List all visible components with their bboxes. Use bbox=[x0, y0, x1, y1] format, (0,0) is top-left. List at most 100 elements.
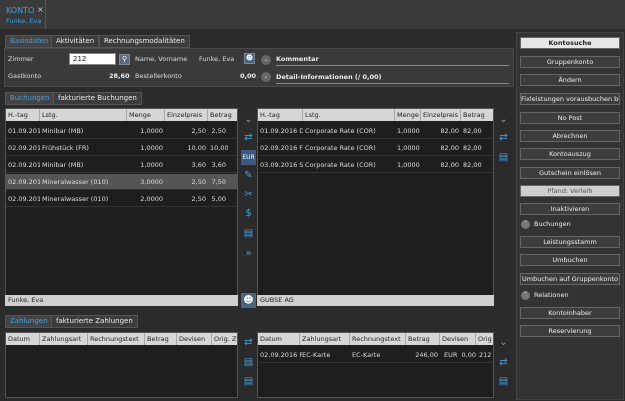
left-grid-footer: Funke, Eva bbox=[5, 295, 238, 306]
cell-amount: 82,00 bbox=[463, 144, 482, 152]
aendern-button[interactable]: Ändern bbox=[520, 74, 620, 86]
search-icon[interactable]: ⚲ bbox=[119, 54, 130, 65]
pfand-verleih-button[interactable]: Pfand: Verleih bbox=[520, 185, 620, 197]
column-header[interactable]: Rechnungstext bbox=[350, 333, 406, 345]
cell-qty: 1,0000 bbox=[397, 144, 420, 152]
payments-grid-left[interactable]: Datum Zahlungsart Rechnungstext Betrag D… bbox=[5, 332, 238, 398]
fixleistungen-button[interactable]: Fixleistungen vorausbuchen bis (A bbox=[520, 93, 620, 105]
column-header[interactable]: Devisen bbox=[440, 333, 476, 345]
kontoauszug-button[interactable]: Kontoauszug bbox=[520, 148, 620, 160]
tab-fakturierte-buchungen[interactable]: fakturierte Buchungen bbox=[53, 92, 142, 105]
cell-amount: 246,00 bbox=[415, 351, 438, 359]
table-row[interactable]: 02.09.2016 Fr Minibar (MB) 1,0000 3,60 3… bbox=[6, 157, 237, 173]
column-header[interactable]: Zahlungsart bbox=[300, 333, 350, 345]
column-header[interactable]: Betrag bbox=[208, 109, 237, 121]
chevron-down-icon[interactable]: ⌄ bbox=[241, 112, 256, 127]
transfer-icon[interactable]: ⇄ bbox=[496, 130, 511, 145]
cell-service: Mineralwasser (010) bbox=[42, 178, 109, 186]
table-row[interactable]: 01.09.2016 Do Minibar (MB) 1,0000 2,50 2… bbox=[6, 123, 237, 139]
dollar-icon[interactable]: $ bbox=[241, 206, 256, 221]
chevron-down-icon[interactable]: ⌄ bbox=[496, 112, 511, 127]
cell-price: 2,50 bbox=[191, 178, 206, 186]
cell-date: 01.09.2016 Do bbox=[260, 127, 303, 135]
gutschein-button[interactable]: Gutschein einlösen bbox=[520, 167, 620, 179]
gastkonto-value: 28,60 bbox=[109, 72, 130, 80]
column-header[interactable]: Datum bbox=[6, 333, 40, 345]
person-icon[interactable]: ☻ bbox=[244, 53, 255, 64]
column-header[interactable]: Einzelpreis bbox=[421, 109, 461, 121]
tab-basisdaten[interactable]: Basisdaten bbox=[5, 35, 54, 48]
table-row[interactable]: 02.09.2016 Fr Corporate Rate (COR) 1,000… bbox=[258, 140, 493, 156]
tab-rechnungsmodalitaeten[interactable]: Rechnungsmodalitäten bbox=[99, 35, 190, 48]
column-header[interactable]: H.-tag bbox=[6, 109, 40, 121]
leistungsstamm-button[interactable]: Leistungsstamm bbox=[520, 236, 620, 248]
zimmer-input[interactable]: 212 bbox=[69, 53, 116, 65]
column-header[interactable]: Rechnungstext bbox=[88, 333, 145, 345]
person-icon[interactable]: ☻ bbox=[241, 293, 256, 308]
table-row[interactable]: 02.09.2016 Fr EC-Karte EC-Karte 246,00 E… bbox=[258, 347, 493, 363]
column-header[interactable]: Betrag bbox=[461, 109, 493, 121]
window-tab[interactable]: KONTO × Funke, Eva bbox=[0, 0, 46, 29]
document-icon[interactable]: ▤ bbox=[241, 226, 256, 241]
transfer-icon[interactable]: ⇄ bbox=[241, 335, 256, 350]
table-row[interactable]: 02.09.2016 Fr Mineralwasser (010) 2,0000… bbox=[6, 191, 237, 207]
chevron-up-icon[interactable]: ˄ bbox=[521, 291, 530, 300]
section-buchungen[interactable]: ˄ Buchungen bbox=[520, 219, 620, 230]
cell-qty: 1,0000 bbox=[140, 144, 163, 152]
column-header[interactable]: Zahlungsart bbox=[40, 333, 88, 345]
chevron-up-icon[interactable]: ˄ bbox=[521, 220, 530, 229]
reservierung-button[interactable]: Reservierung bbox=[520, 325, 620, 337]
chevron-down-icon[interactable]: ⌄ bbox=[261, 55, 271, 65]
split-icon[interactable]: ✂ bbox=[241, 187, 256, 202]
section-relationen[interactable]: ˄ Relationen bbox=[520, 290, 620, 301]
table-row[interactable]: 02.09.2016 Fr Mineralwasser (010) 3,0000… bbox=[6, 174, 237, 190]
eur-icon[interactable]: EUR bbox=[241, 150, 256, 165]
right-grid-footer: GUBSE AG bbox=[257, 295, 494, 306]
column-header[interactable]: Orig. Zi bbox=[212, 333, 237, 345]
tab-aktivitaeten[interactable]: Aktivitäten bbox=[51, 35, 100, 48]
tab-zahlungen[interactable]: Zahlungen bbox=[5, 315, 53, 328]
bookings-grid-right[interactable]: H.-tag Lstg. Menge Einzelpreis Betrag 01… bbox=[257, 108, 494, 306]
grid-header: Datum Zahlungsart Rechnungstext Betrag D… bbox=[6, 333, 237, 345]
column-header[interactable]: Datum bbox=[258, 333, 300, 345]
cell-price: 82,00 bbox=[440, 161, 459, 169]
gruppenkonto-button[interactable]: Gruppenkonto bbox=[520, 56, 620, 68]
document-icon[interactable]: ▤ bbox=[496, 374, 511, 389]
transfer-icon[interactable]: ⇄ bbox=[241, 130, 256, 145]
payments-grid-right[interactable]: Datum Zahlungsart Rechnungstext Betrag D… bbox=[257, 332, 494, 398]
kontoinhaber-button[interactable]: Kontoinhaber bbox=[520, 307, 620, 319]
chevron-down-icon[interactable]: ⌄ bbox=[496, 335, 511, 350]
umbuchen-gruppenkonto-button[interactable]: Umbuchen auf Gruppenkonto bbox=[520, 273, 620, 285]
umbuchen-button[interactable]: Umbuchen bbox=[520, 254, 620, 266]
edit-icon[interactable]: ✎ bbox=[241, 168, 256, 183]
abrechnen-button[interactable]: Abrechnen bbox=[520, 130, 620, 142]
chevron-down-icon[interactable]: ⌄ bbox=[261, 72, 271, 82]
transfer-icon[interactable]: ⇄ bbox=[496, 355, 511, 370]
document-icon[interactable]: ▤ bbox=[496, 150, 511, 165]
column-header[interactable]: Betrag bbox=[145, 333, 177, 345]
kontosuche-button[interactable]: Kontosuche bbox=[520, 37, 620, 49]
document-icon[interactable]: ▤ bbox=[241, 355, 256, 370]
detail-label[interactable]: Detail-Informationen (/ 0,00) bbox=[276, 73, 382, 81]
tab-buchungen[interactable]: Buchungen bbox=[5, 92, 55, 105]
table-row[interactable]: 03.09.2016 Sa Corporate Rate (COR) 1,000… bbox=[258, 157, 493, 173]
kommentar-label[interactable]: Kommentar bbox=[276, 55, 319, 63]
document-icon[interactable]: ▤ bbox=[241, 374, 256, 389]
inaktivieren-button[interactable]: Inaktivieren bbox=[520, 203, 620, 215]
column-header[interactable]: Devisen bbox=[177, 333, 212, 345]
column-header[interactable]: Menge bbox=[127, 109, 165, 121]
bookings-grid-left[interactable]: H.-tag Lstg. Menge Einzelpreis Betrag 01… bbox=[5, 108, 238, 306]
table-row[interactable]: 01.09.2016 Do Corporate Rate (COR) 1,000… bbox=[258, 123, 493, 139]
column-header[interactable]: H.-tag bbox=[258, 109, 303, 121]
column-header[interactable]: Orig bbox=[476, 333, 493, 345]
close-icon[interactable]: × bbox=[37, 5, 44, 14]
column-header[interactable]: Betrag bbox=[406, 333, 440, 345]
column-header[interactable]: Lstg. bbox=[303, 109, 395, 121]
tab-fakturierte-zahlungen[interactable]: fakturierte Zahlungen bbox=[51, 315, 138, 328]
fast-forward-icon[interactable]: » bbox=[241, 246, 256, 261]
column-header[interactable]: Einzelpreis bbox=[165, 109, 208, 121]
no-post-button[interactable]: No Post bbox=[520, 112, 620, 124]
column-header[interactable]: Lstg. bbox=[40, 109, 127, 121]
column-header[interactable]: Menge bbox=[395, 109, 421, 121]
table-row[interactable]: 02.09.2016 Fr Frühstück (FR) 1,0000 10,0… bbox=[6, 140, 237, 156]
